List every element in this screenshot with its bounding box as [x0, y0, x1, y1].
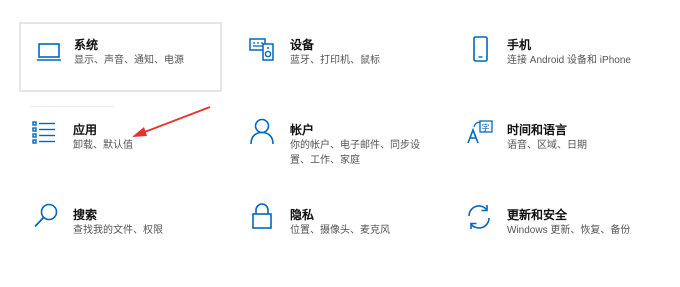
tile-search[interactable]: 搜索 查找我的文件、权限: [19, 192, 222, 262]
tile-title: 设备: [290, 38, 315, 52]
search-icon: [34, 203, 58, 228]
tile-accounts[interactable]: 帐户 你的帐户、电子邮件、同步设 置、工作、家庭: [236, 107, 439, 177]
tile-phone[interactable]: 手机 连接 Android 设备和 iPhone: [453, 22, 668, 92]
tile-desc: 连接 Android 设备和 iPhone: [507, 55, 631, 66]
tile-title: 时间和语言: [507, 123, 568, 137]
tile-title: 更新和安全: [507, 208, 568, 222]
apps-list-icon: [32, 121, 55, 144]
tile-privacy[interactable]: 隐私 位置、摄像头、麦克风: [236, 192, 439, 262]
tile-desc: 显示、声音、通知、电源: [74, 55, 184, 66]
person-icon: [250, 118, 274, 145]
tile-desc: 位置、摄像头、麦克风: [290, 225, 390, 236]
refresh-icon: [468, 205, 490, 229]
tile-desc: 语音、区域、日期: [507, 140, 587, 151]
laptop-icon: [37, 43, 61, 61]
tile-devices[interactable]: 设备 蓝牙、打印机、鼠标: [236, 22, 439, 92]
tile-system[interactable]: 系统 显示、声音、通知、电源: [19, 22, 222, 92]
keyboard-speaker-icon: [249, 38, 274, 61]
annotation-arrow: [132, 106, 211, 137]
tile-title: 系统: [74, 38, 99, 52]
tile-title: 帐户: [290, 123, 315, 137]
tile-update-security[interactable]: 更新和安全 Windows 更新、恢复、备份: [453, 192, 668, 262]
tile-title: 搜索: [73, 208, 98, 222]
tile-time-language[interactable]: 字 时间和语言 语音、区域、日期: [453, 107, 668, 177]
svg-text:字: 字: [482, 123, 490, 133]
time-language-icon: 字: [467, 120, 493, 144]
tile-desc: Windows 更新、恢复、备份: [507, 225, 631, 236]
tile-title: 手机: [507, 38, 532, 52]
phone-icon: [473, 36, 488, 62]
tile-desc: 查找我的文件、权限: [73, 225, 163, 236]
lock-icon: [252, 203, 272, 229]
tile-title: 隐私: [290, 208, 315, 222]
tile-desc: 你的帐户、电子邮件、同步设 置、工作、家庭: [290, 140, 420, 166]
tile-desc: 蓝牙、打印机、鼠标: [290, 55, 380, 66]
